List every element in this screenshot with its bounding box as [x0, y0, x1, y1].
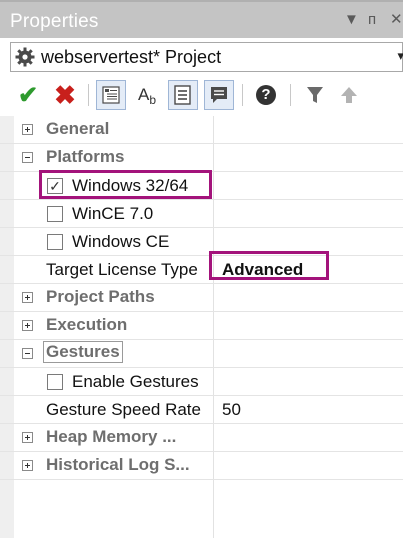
property-label: Gesture Speed Rate — [46, 400, 201, 419]
expand-icon[interactable] — [22, 292, 33, 303]
toolbar-divider — [88, 84, 89, 106]
category-row-project-paths[interactable]: Project Paths — [0, 284, 403, 312]
category-label: General — [46, 119, 110, 138]
property-row-wince-7[interactable]: WinCE 7.0 — [0, 200, 403, 228]
close-icon[interactable]: ✕ — [390, 11, 403, 29]
sort-alpha-icon: Ab — [137, 85, 157, 107]
toolbar: ✔ ✖ Ab ? — [0, 76, 403, 116]
expand-icon[interactable] — [22, 124, 33, 135]
dropdown-arrow-icon[interactable]: ▼ — [344, 11, 359, 29]
expand-icon[interactable] — [22, 460, 33, 471]
wince-7-checkbox[interactable] — [47, 206, 63, 222]
move-up-button[interactable] — [334, 80, 364, 110]
sort-alpha-letter: A — [137, 85, 150, 104]
filter-button[interactable] — [300, 80, 330, 110]
help-button[interactable]: ? — [252, 80, 280, 110]
panel-title: Properties — [10, 11, 99, 32]
gear-icon — [15, 47, 35, 67]
category-row-general[interactable]: General — [0, 116, 403, 144]
category-row-heap-memory[interactable]: Heap Memory ... — [0, 424, 403, 452]
object-selector-dropdown[interactable]: webservertest* Project ▾ — [10, 42, 403, 72]
collapse-icon[interactable] — [22, 348, 33, 359]
description-toggle-button[interactable] — [204, 80, 234, 110]
category-row-gestures[interactable]: Gestures — [0, 340, 403, 368]
properties-panel: Properties ▼ ᴨ ✕ webservertest* Project … — [0, 0, 403, 538]
title-bar: Properties ▼ ᴨ ✕ — [0, 0, 403, 38]
property-label: WinCE 7.0 — [72, 204, 154, 223]
filter-icon — [307, 87, 323, 103]
expand-icon[interactable] — [22, 432, 33, 443]
checkmark-icon: ✔ — [17, 81, 39, 109]
sort-alpha-sub: b — [149, 93, 157, 107]
category-row-historical-log[interactable]: Historical Log S... — [0, 452, 403, 480]
category-label: Historical Log S... — [46, 455, 190, 474]
property-row-enable-gestures[interactable]: Enable Gestures — [0, 368, 403, 396]
toolbar-divider — [290, 84, 291, 106]
properties-view-button[interactable] — [168, 80, 198, 110]
property-pages-icon — [174, 85, 191, 105]
help-icon: ? — [256, 85, 276, 105]
gesture-speed-value[interactable]: 50 — [222, 400, 241, 420]
property-row-windows-ce[interactable]: Windows CE — [0, 228, 403, 256]
cancel-button[interactable]: ✖ — [50, 80, 80, 110]
property-row-target-license[interactable]: Target License Type Advanced — [0, 256, 403, 284]
category-label: Heap Memory ... — [46, 427, 177, 446]
category-row-execution[interactable]: Execution — [0, 312, 403, 340]
property-label: Enable Gestures — [72, 372, 199, 391]
toolbar-divider — [242, 84, 243, 106]
enable-gestures-checkbox[interactable] — [47, 374, 63, 390]
property-label: Target License Type — [46, 260, 198, 279]
comment-icon — [211, 87, 227, 103]
chevron-down-icon[interactable]: ▾ — [397, 48, 403, 64]
property-row-gesture-speed[interactable]: Gesture Speed Rate 50 — [0, 396, 403, 424]
category-row-platforms[interactable]: Platforms — [0, 144, 403, 172]
arrow-up-icon — [341, 87, 357, 103]
expand-icon[interactable] — [22, 320, 33, 331]
property-label: Windows CE — [72, 232, 170, 251]
windows-ce-checkbox[interactable] — [47, 234, 63, 250]
alphabetical-sort-button[interactable]: Ab — [132, 80, 162, 110]
category-label: Project Paths — [46, 287, 155, 306]
category-label: Execution — [46, 315, 128, 334]
categorized-view-button[interactable] — [96, 80, 126, 110]
category-label: Gestures — [43, 341, 123, 363]
collapse-icon[interactable] — [22, 152, 33, 163]
selector-label: webservertest* Project — [41, 47, 222, 67]
pin-icon[interactable]: ᴨ — [368, 11, 376, 29]
apply-button[interactable]: ✔ — [14, 80, 42, 110]
highlight-box — [209, 251, 329, 280]
categorized-icon — [102, 86, 120, 104]
category-label: Platforms — [46, 147, 125, 166]
cancel-x-icon: ✖ — [54, 79, 76, 110]
highlight-box — [39, 170, 212, 199]
